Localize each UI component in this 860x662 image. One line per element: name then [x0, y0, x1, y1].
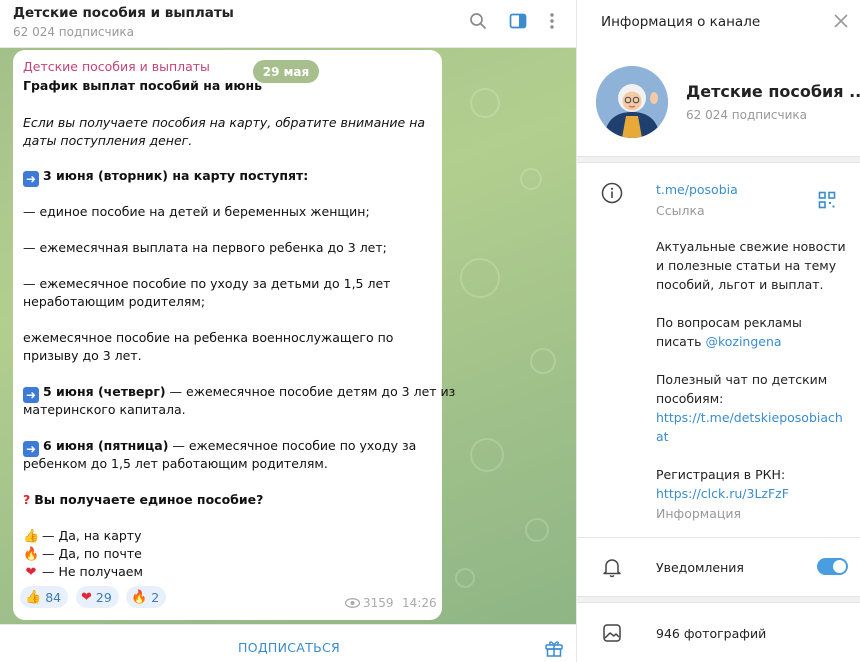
chat-footer: ПОДПИСАТЬСЯ — [0, 624, 576, 662]
date-badge: 29 мая — [253, 60, 319, 83]
chat-background: 29 мая Детские пособия и выплаты График … — [0, 48, 576, 624]
close-icon[interactable] — [833, 13, 849, 29]
avatar[interactable] — [596, 66, 668, 138]
message-intro: Если вы получаете пособия на карту, обра… — [23, 115, 426, 130]
thumbs-up-icon: 👍 — [25, 589, 42, 605]
info-icon — [601, 182, 623, 204]
channel-description: пособий, льгот и выплат. — [656, 277, 824, 292]
background-doodle — [470, 438, 504, 472]
channel-description: Актуальные свежие новости — [656, 239, 846, 254]
sidebar-toggle-icon[interactable] — [507, 10, 529, 32]
heart-icon: ❤ — [81, 589, 92, 605]
link-caption: Ссылка — [656, 203, 705, 218]
section-heading: ➜ 3 июня (вторник) на карту поступят: — [23, 167, 308, 187]
chat-url-link[interactable]: https://t.me/detskieposobiach — [656, 408, 843, 427]
answer-option: 🔥 — Да, по почте — [23, 546, 142, 562]
channel-info-panel: Информация о канале Детские пособия ... … — [577, 0, 860, 662]
reaction-heart[interactable]: ❤ 29 — [76, 586, 119, 608]
channel-name: Детские пособия ... — [686, 82, 860, 101]
eye-icon — [344, 598, 361, 608]
photo-icon — [601, 622, 623, 644]
channel-subscribers: 62 024 подписчика — [686, 108, 808, 122]
poll-question: ? Вы получаете единое пособие? — [23, 492, 264, 507]
heart-icon: ❤ — [25, 565, 37, 580]
message-intro: даты поступления денег. — [23, 133, 193, 148]
bell-icon — [601, 556, 623, 578]
rkn-text: Регистрация в РКН: — [656, 467, 786, 482]
message-bubble[interactable]: Детские пособия и выплаты График выплат … — [13, 50, 455, 620]
list-item: ребенком до 1,5 лет работающим родителям… — [23, 456, 328, 471]
search-icon[interactable] — [467, 10, 489, 32]
message-author[interactable]: Детские пособия и выплаты — [23, 59, 210, 74]
list-item: — ежемесячная выплата на первого ребенка… — [23, 240, 387, 255]
panel-title: Информация о канале — [601, 14, 761, 30]
info-caption: Информация — [656, 506, 742, 521]
chat-title[interactable]: Детские пособия и выплаты — [13, 5, 234, 21]
ads-contact-link[interactable]: @kozingena — [705, 334, 781, 349]
list-item: ежемесячное пособие на ребенка военнослу… — [23, 330, 394, 345]
answer-option: ❤ — Не получаем — [23, 563, 143, 582]
list-item: призыву до 3 лет. — [23, 348, 142, 363]
gift-icon[interactable] — [544, 638, 564, 658]
chat-url-link[interactable]: at — [656, 427, 669, 446]
message-title: График выплат пособий на июнь — [23, 78, 263, 93]
background-doodle — [520, 168, 542, 190]
background-doodle — [525, 518, 549, 542]
chat-info-text: пособиям: — [656, 391, 724, 406]
background-doodle — [460, 258, 500, 298]
rkn-url-link[interactable]: https://clck.ru/3LzFzF — [656, 484, 789, 503]
chat-subscriber-count: 62 024 подписчика — [13, 25, 135, 39]
right-arrow-icon: ➜ — [23, 171, 39, 187]
background-doodle — [455, 568, 475, 588]
thumbs-up-icon: 👍 — [23, 529, 40, 544]
photos-count[interactable]: 946 фотографий — [656, 626, 766, 641]
section-heading: ➜ 5 июня (четверг) — ежемесячное пособие … — [23, 383, 455, 403]
chat-header[interactable]: Детские пособия и выплаты 62 024 подписч… — [0, 0, 576, 48]
section-heading: ➜ 6 июня (пятница) — ежемесячное пособие … — [23, 437, 416, 457]
list-item: неработающим родителям; — [23, 294, 206, 309]
ads-text: По вопросам рекламы — [656, 315, 802, 330]
section-divider — [577, 156, 860, 163]
divider — [577, 537, 860, 538]
list-item: — единое пособие на детей и беременных ж… — [23, 204, 370, 219]
list-item: — ежемесячное пособие по уходу за детьми… — [23, 276, 391, 291]
channel-description: и полезные статьи на тему — [656, 258, 837, 273]
chat-panel: Детские пособия и выплаты 62 024 подписч… — [0, 0, 577, 662]
qr-code-icon[interactable] — [818, 191, 836, 209]
background-doodle — [470, 88, 500, 118]
reaction-thumbs-up[interactable]: 👍 84 — [20, 586, 69, 608]
notifications-toggle[interactable] — [817, 558, 848, 575]
ads-text: писать @kozingena — [656, 334, 782, 349]
list-item: материнского капитала. — [23, 402, 186, 417]
notifications-label: Уведомления — [656, 560, 744, 575]
section-divider — [577, 596, 860, 603]
chat-info-text: Полезный чат по детским — [656, 372, 828, 387]
subscribe-button[interactable]: ПОДПИСАТЬСЯ — [238, 640, 340, 655]
question-mark-icon: ? — [23, 492, 31, 507]
channel-link[interactable]: t.me/posobia — [656, 182, 738, 197]
fire-icon: 🔥 — [23, 547, 40, 562]
more-vert-icon[interactable] — [541, 10, 563, 32]
message-time: 14:26 — [402, 596, 437, 610]
answer-option: 👍 — Да, на карту — [23, 528, 142, 544]
background-doodle — [530, 348, 556, 374]
reaction-fire[interactable]: 🔥 2 — [126, 586, 167, 608]
view-count: 3159 — [344, 596, 394, 610]
fire-icon: 🔥 — [131, 589, 148, 605]
